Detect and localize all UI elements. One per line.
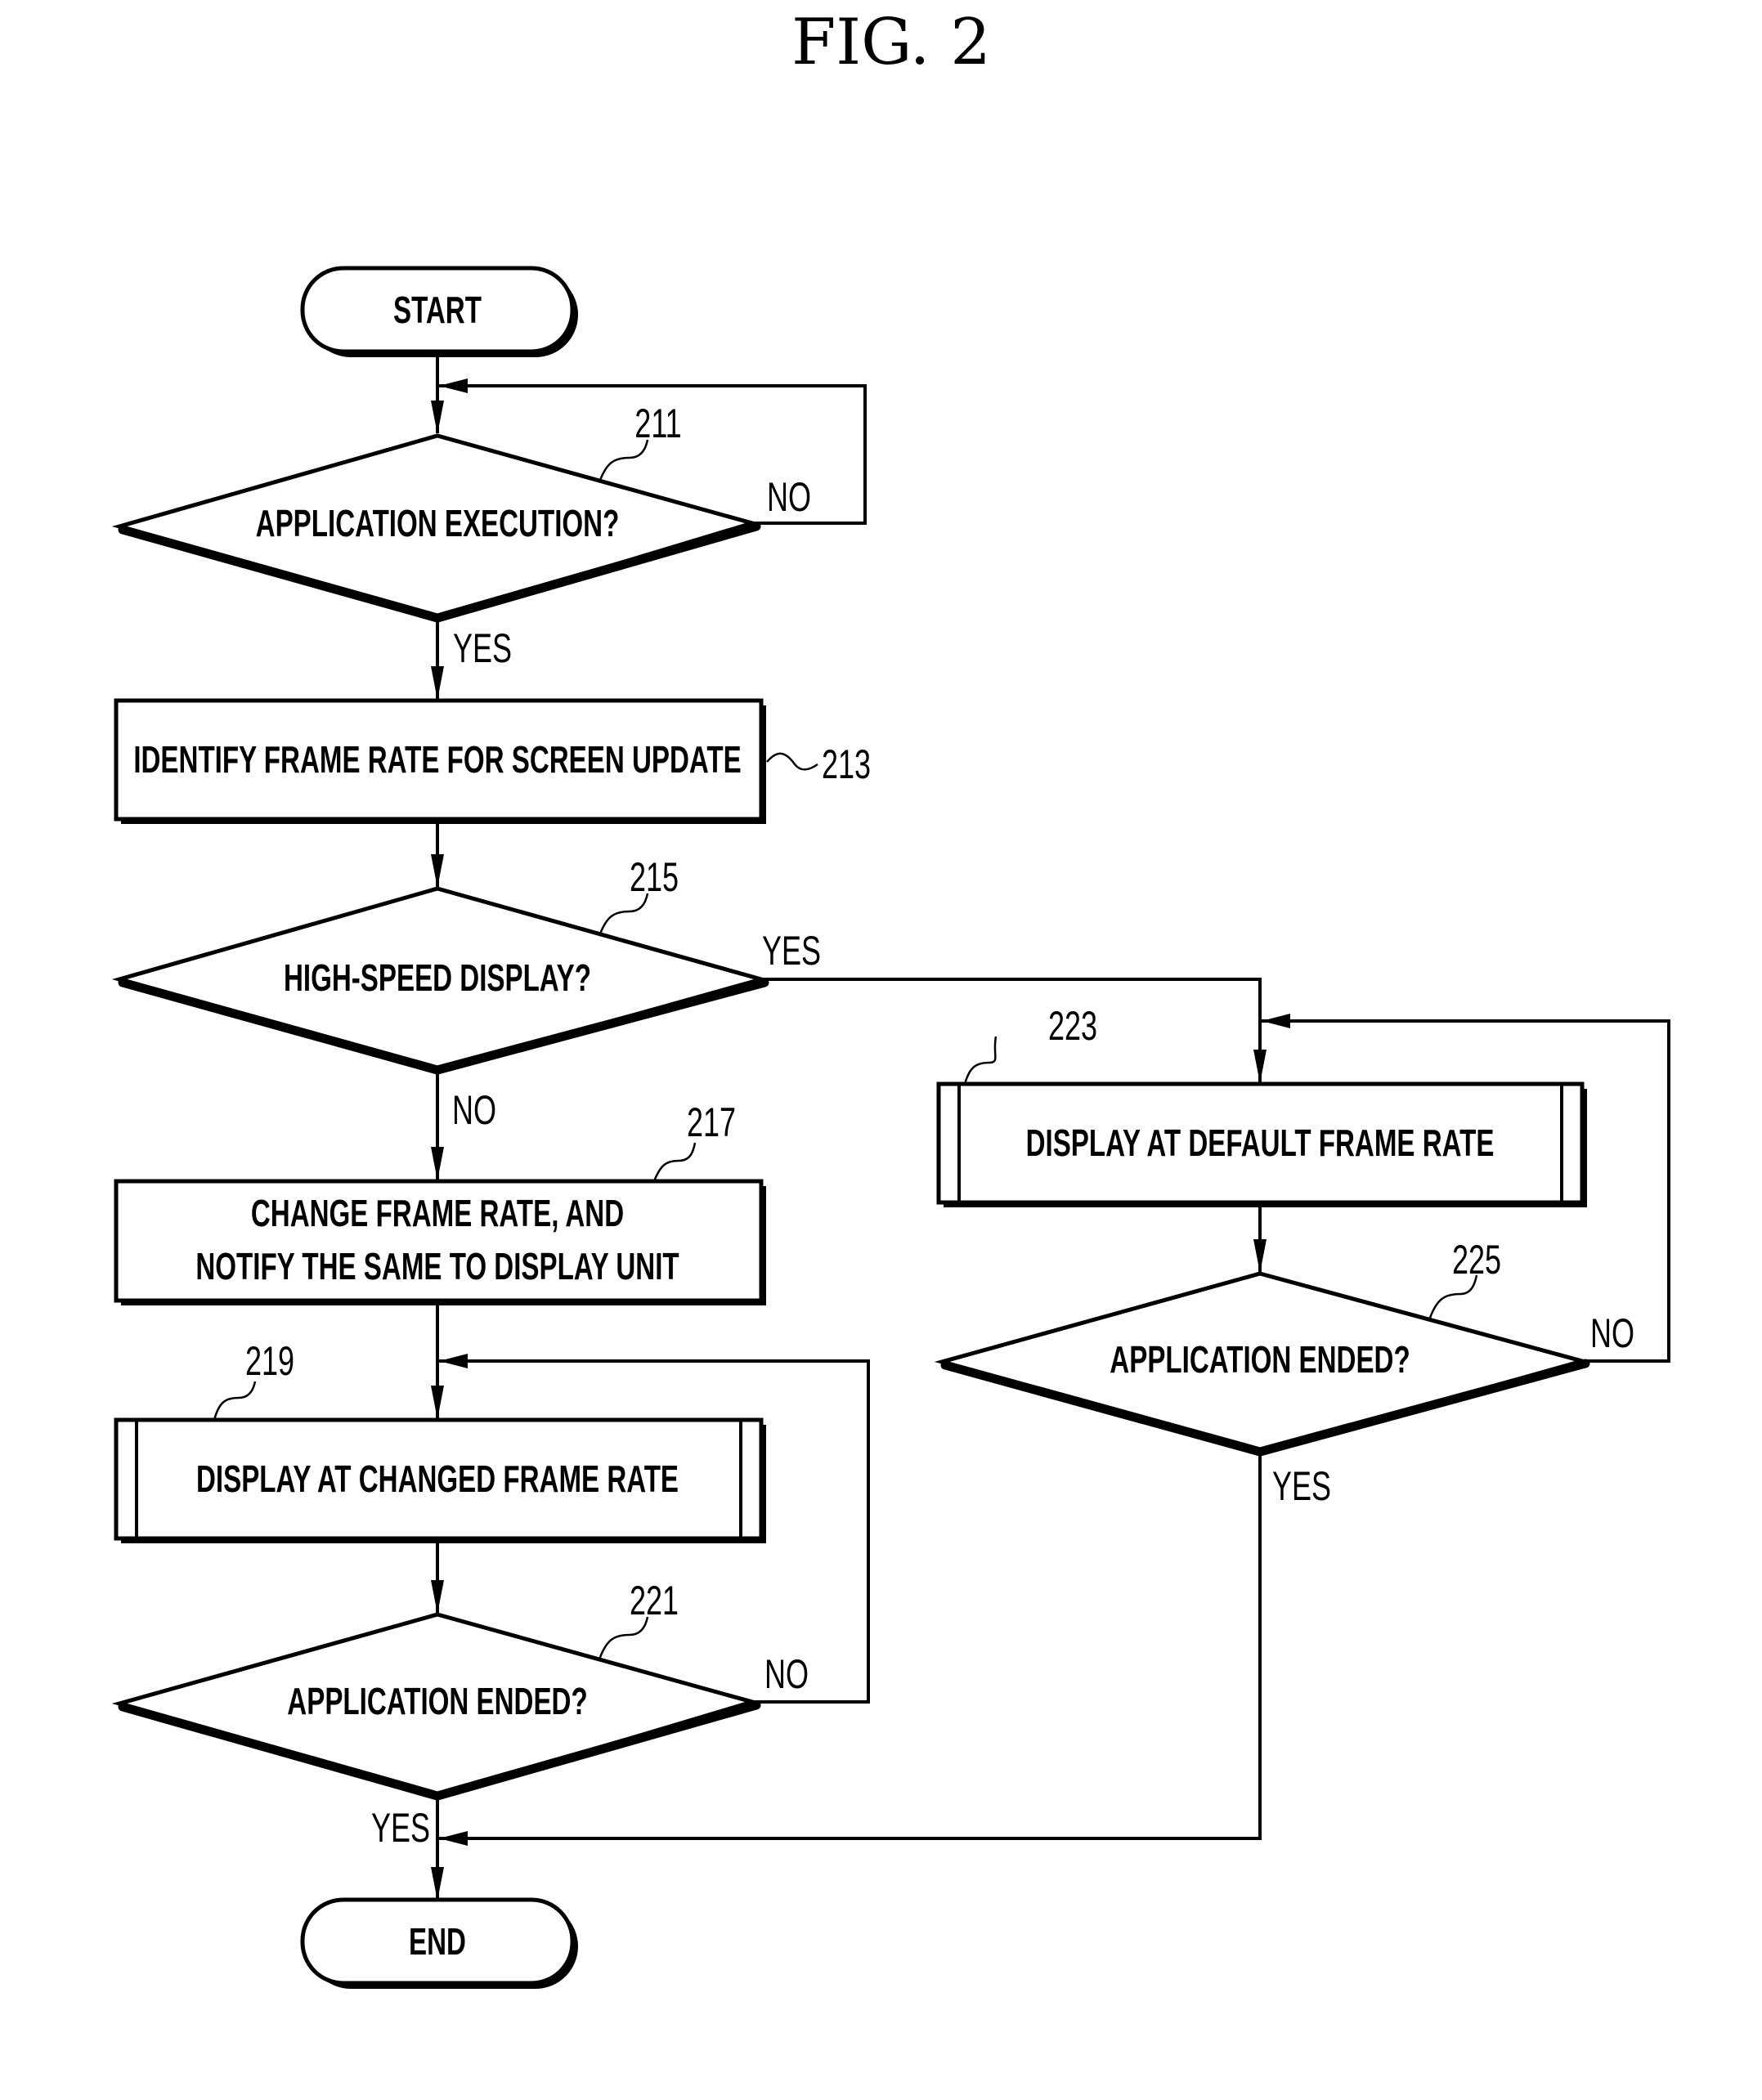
end-label: END [409,1922,466,1963]
ref-217: 217 [687,1100,736,1145]
edge-215-yes-223 [761,978,1262,1082]
branch-211-no: NO [767,475,811,520]
branch-225-yes: YES [1272,1464,1331,1509]
arrowhead-left-icon [439,1831,468,1846]
arrowhead-down-icon [431,1386,444,1419]
decision-215-label: HIGH-SPEED DISPLAY? [284,958,591,999]
figure-title: FIG. 2 [791,6,991,79]
end-terminal: END [300,1897,578,1989]
process-219-label: DISPLAY AT CHANGED FRAME RATE [196,1459,679,1500]
branch-221-yes: YES [371,1806,430,1851]
arrowhead-down-icon [431,1580,444,1614]
process-223-label: DISPLAY AT DEFAULT FRAME RATE [1026,1123,1495,1164]
flowchart: FIG. 2 START APPLICATION EXECUTION? 211 … [111,6,1670,1989]
process-219: DISPLAY AT CHANGED FRAME RATE 219 [114,1339,766,1543]
process-217-label-line2: NOTIFY THE SAME TO DISPLAY UNIT [195,1247,679,1287]
decision-221-label: APPLICATION ENDED? [287,1681,587,1722]
branch-225-no: NO [1590,1311,1634,1356]
decision-211-label: APPLICATION EXECUTION? [256,504,620,544]
leader-213 [766,752,818,771]
ref-215: 215 [630,855,679,900]
branch-215-no: NO [452,1088,496,1133]
ref-213: 213 [822,742,871,787]
ref-221: 221 [630,1578,679,1623]
ref-223: 223 [1048,1004,1097,1049]
process-213-label: IDENTIFY FRAME RATE FOR SCREEN UPDATE [133,740,741,781]
arrowhead-down-icon [431,1867,444,1901]
process-217-label-line1: CHANGE FRAME RATE, AND [251,1193,624,1234]
branch-211-yes: YES [453,626,512,671]
arrowhead-down-icon [1253,1239,1267,1273]
decision-211: APPLICATION EXECUTION? 211 NO YES [111,401,811,671]
arrowhead-down-icon [431,854,444,888]
branch-221-no: NO [764,1652,809,1697]
arrowhead-left-icon [439,378,468,393]
leader-219 [213,1381,257,1421]
decision-215: HIGH-SPEED DISPLAY? 215 YES NO [111,855,821,1133]
ref-219: 219 [245,1339,294,1384]
arrowhead-down-icon [431,666,444,700]
decision-221: APPLICATION ENDED? 221 NO YES [111,1578,809,1851]
arrowhead-down-icon [431,1147,444,1180]
arrowhead-left-icon [1262,1014,1290,1028]
leader-217 [652,1142,697,1182]
process-213: IDENTIFY FRAME RATE FOR SCREEN UPDATE 21… [114,698,871,824]
branch-215-yes: YES [762,929,821,974]
start-label: START [393,290,482,331]
arrowhead-down-icon [1253,1050,1267,1083]
ref-211: 211 [634,401,681,446]
arrowhead-left-icon [439,1354,468,1368]
decision-225: APPLICATION ENDED? 225 NO YES [934,1238,1634,1509]
arrowhead-down-icon [431,401,444,434]
process-217: CHANGE FRAME RATE, AND NOTIFY THE SAME T… [114,1100,766,1305]
start-terminal: START [300,266,578,357]
process-223: DISPLAY AT DEFAULT FRAME RATE 223 [936,1004,1587,1207]
leader-223 [963,1036,998,1085]
decision-225-label: APPLICATION ENDED? [1110,1340,1410,1381]
